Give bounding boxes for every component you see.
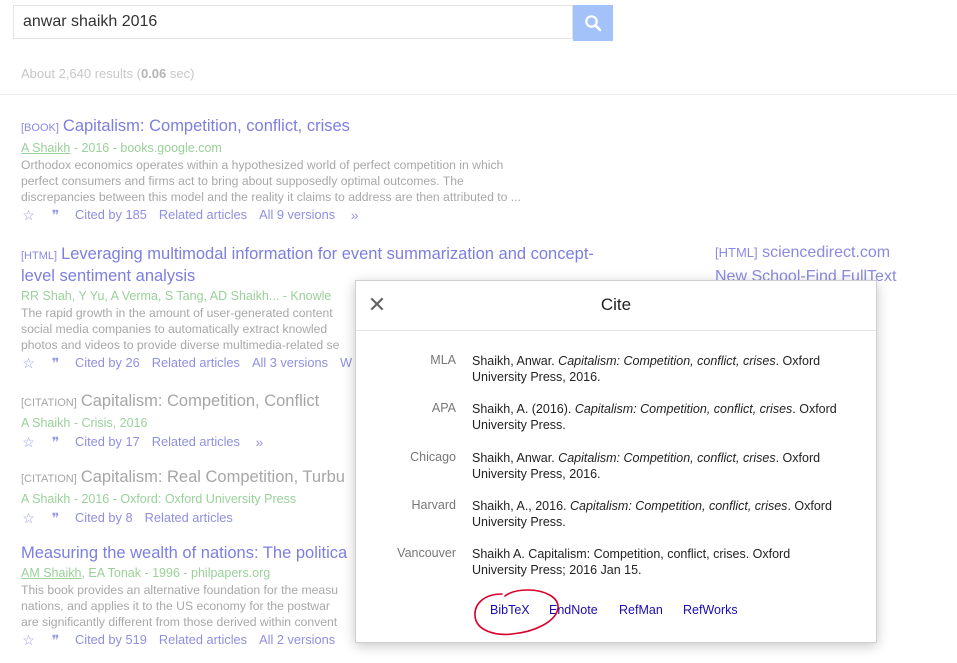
refworks-link[interactable]: RefWorks	[683, 603, 738, 617]
cited-by-link[interactable]: Cited by 26	[75, 354, 140, 372]
citation-style-label: Vancouver	[397, 546, 456, 560]
result-meta: A Shaikh - 2016 - books.google.com	[21, 141, 222, 155]
related-articles-link[interactable]: Related articles	[145, 509, 233, 527]
citation-style-label: APA	[431, 401, 456, 415]
more-link[interactable]: W	[340, 354, 352, 372]
cited-by-link[interactable]: Cited by 17	[75, 433, 140, 451]
quote-icon[interactable]: ❞	[48, 355, 63, 371]
citation-text[interactable]: Shaikh, A., 2016. Capitalism: Competitio…	[472, 498, 847, 530]
citation-text[interactable]: Shaikh A. Capitalism: Competition, confl…	[472, 546, 847, 578]
related-articles-link[interactable]: Related articles	[159, 206, 247, 224]
versions-link[interactable]: All 3 versions	[252, 354, 328, 372]
more-chevron-icon[interactable]: »	[252, 434, 267, 450]
more-chevron-icon[interactable]: »	[347, 207, 362, 223]
search-box[interactable]	[13, 5, 573, 39]
cited-by-link[interactable]: Cited by 519	[75, 631, 147, 649]
star-icon[interactable]: ☆	[21, 434, 36, 450]
cite-dialog-header: ✕ Cite	[356, 281, 876, 331]
related-articles-link[interactable]: Related articles	[152, 433, 240, 451]
result-snippet: Orthodox economics operates within a hyp…	[21, 158, 521, 204]
search-input[interactable]	[14, 6, 572, 38]
cited-by-link[interactable]: Cited by 185	[75, 206, 147, 224]
related-articles-link[interactable]: Related articles	[152, 354, 240, 372]
cite-dialog-title: Cite	[600, 295, 632, 314]
quote-icon[interactable]: ❞	[48, 207, 63, 223]
search-button[interactable]	[573, 5, 613, 41]
citation-text[interactable]: Shaikh, A. (2016). Capitalism: Competiti…	[472, 401, 847, 433]
quote-icon[interactable]: ❞	[48, 434, 63, 450]
star-icon[interactable]: ☆	[21, 510, 36, 526]
cited-by-link[interactable]: Cited by 8	[75, 509, 133, 527]
results-stats: About 2,640 results (0.06 sec)	[21, 66, 195, 81]
star-icon[interactable]: ☆	[21, 355, 36, 371]
star-icon[interactable]: ☆	[21, 632, 36, 648]
result-actions: ☆ ❞ Cited by 185 Related articles All 9 …	[21, 206, 581, 224]
search-icon	[585, 15, 602, 32]
versions-link[interactable]: All 2 versions	[259, 631, 335, 649]
citation-style-label: Chicago	[410, 450, 456, 464]
author-link[interactable]: A Shaikh	[21, 141, 70, 155]
citation-style-label: MLA	[430, 353, 456, 367]
quote-icon[interactable]: ❞	[48, 510, 63, 526]
side-fulltext-link[interactable]: [HTML] sciencedirect.com	[715, 244, 890, 262]
bibtex-link[interactable]: BibTeX	[490, 603, 530, 617]
result-item: [BOOK] Capitalism: Competition, conflict,…	[21, 116, 581, 224]
endnote-link[interactable]: EndNote	[549, 603, 598, 617]
citation-text[interactable]: Shaikh, Anwar. Capitalism: Competition, …	[472, 450, 847, 482]
versions-link[interactable]: All 9 versions	[259, 206, 335, 224]
refman-link[interactable]: RefMan	[619, 603, 663, 617]
citation-style-label: Harvard	[411, 498, 456, 512]
result-title[interactable]: [BOOK] Capitalism: Competition, conflict,…	[21, 116, 581, 138]
author-link[interactable]: AM Shaikh	[21, 566, 81, 580]
citation-text[interactable]: Shaikh, Anwar. Capitalism: Competition, …	[472, 353, 847, 385]
related-articles-link[interactable]: Related articles	[159, 631, 247, 649]
cite-dialog: ✕ Cite MLA Shaikh, Anwar. Capitalism: Co…	[355, 280, 877, 643]
star-icon[interactable]: ☆	[21, 207, 36, 223]
header-divider	[0, 94, 957, 95]
quote-icon[interactable]: ❞	[48, 632, 63, 648]
